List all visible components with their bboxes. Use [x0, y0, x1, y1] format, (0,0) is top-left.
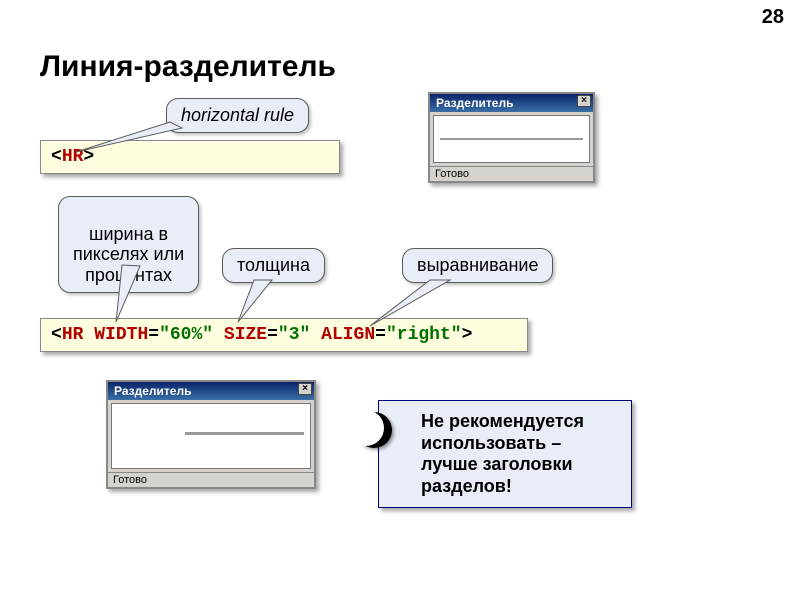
code-value: "3": [278, 325, 310, 345]
slide-title: Линия-разделитель: [40, 50, 336, 84]
hr-line-preview: [440, 138, 583, 140]
code-text: [213, 325, 224, 345]
preview-window-small: Разделитель × Готово: [428, 92, 595, 183]
callout-label: выравнивание: [417, 255, 538, 275]
preview-window-large: Разделитель × Готово: [106, 380, 316, 489]
code-text: =: [148, 325, 159, 345]
warning-icon: !: [356, 412, 392, 448]
code-text: <: [51, 147, 62, 167]
code-text: <: [51, 325, 62, 345]
code-attr: WIDTH: [94, 325, 148, 345]
code-block-hr-attrs: <HR WIDTH="60%" SIZE="3" ALIGN="right">: [40, 318, 528, 352]
callout-tails: [0, 0, 800, 600]
code-tag: HR: [62, 147, 84, 167]
warning-text: Не рекомендуется использовать – лучше за…: [421, 411, 584, 496]
window-status: Готово: [430, 166, 593, 181]
code-block-hr-basic: <HR>: [40, 140, 340, 174]
window-title: Разделитель: [114, 384, 191, 398]
code-value: "60%": [159, 325, 213, 345]
callout-label: ширина в пикселях или процентах: [73, 224, 184, 285]
window-titlebar: Разделитель ×: [108, 382, 314, 400]
code-text: >: [462, 325, 473, 345]
callout-width: ширина в пикселях или процентах: [58, 196, 199, 293]
code-text: =: [375, 325, 386, 345]
callout-align: выравнивание: [402, 248, 553, 283]
hr-line-preview: [185, 432, 304, 435]
code-text: >: [83, 147, 94, 167]
page-number: 28: [762, 6, 784, 29]
close-icon[interactable]: ×: [577, 95, 591, 107]
callout-horizontal-rule: horizontal rule: [166, 98, 309, 133]
callout-label: horizontal rule: [181, 105, 294, 125]
code-attr: SIZE: [224, 325, 267, 345]
callout-label: толщина: [237, 255, 310, 275]
warning-box: Не рекомендуется использовать – лучше за…: [378, 400, 632, 508]
warning-badge-text: !: [370, 415, 379, 445]
code-tag: HR: [62, 325, 84, 345]
code-text: =: [267, 325, 278, 345]
code-value: "right": [386, 325, 462, 345]
code-text: [83, 325, 94, 345]
window-content: [433, 115, 590, 163]
close-icon[interactable]: ×: [298, 383, 312, 395]
code-text: [310, 325, 321, 345]
window-content: [111, 403, 311, 469]
window-status: Готово: [108, 472, 314, 487]
code-attr: ALIGN: [321, 325, 375, 345]
callout-size: толщина: [222, 248, 325, 283]
window-titlebar: Разделитель ×: [430, 94, 593, 112]
window-title: Разделитель: [436, 96, 513, 110]
